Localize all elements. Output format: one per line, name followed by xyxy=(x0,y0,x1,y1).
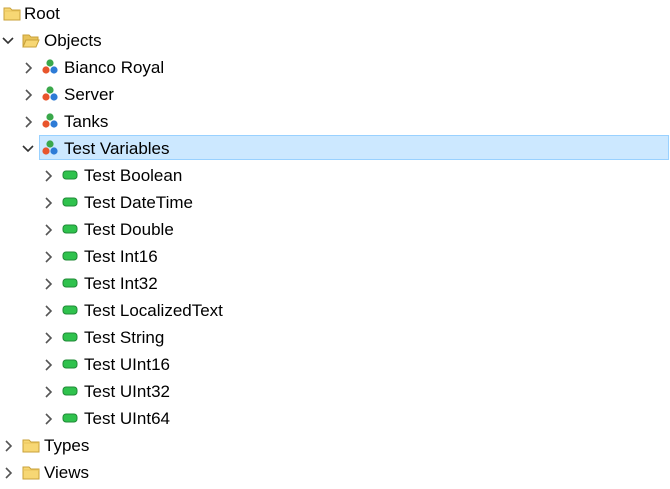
tree-node-views[interactable]: Views xyxy=(0,459,670,486)
tree-node-label: Test Int16 xyxy=(84,247,158,266)
tree-node-types[interactable]: Types xyxy=(0,432,670,459)
tree-node-server[interactable]: Server xyxy=(0,81,670,108)
tree-node-label: Server xyxy=(64,85,115,104)
variable-icon xyxy=(61,382,79,400)
chevron-right-icon[interactable] xyxy=(42,411,54,425)
folder-icon xyxy=(3,4,21,22)
chevron-right-icon[interactable] xyxy=(42,276,54,290)
tree-node-test-uint64[interactable]: Test UInt64 xyxy=(0,405,670,432)
chevron-right-icon[interactable] xyxy=(2,465,14,479)
variable-icon xyxy=(61,247,79,265)
chevron-right-icon[interactable] xyxy=(22,60,34,74)
tree-node-label: Test Boolean xyxy=(84,166,183,185)
folder-icon xyxy=(22,463,40,481)
tree-node-test-datetime[interactable]: Test DateTime xyxy=(0,189,670,216)
object-icon xyxy=(41,58,59,76)
tree-node-label: Views xyxy=(44,463,90,482)
tree-node-tanks[interactable]: Tanks xyxy=(0,108,670,135)
object-tree: Root Objects Bianco Royal Server Tanks T… xyxy=(0,0,670,489)
chevron-right-icon[interactable] xyxy=(2,438,14,452)
object-icon xyxy=(41,112,59,130)
chevron-right-icon[interactable] xyxy=(42,168,54,182)
chevron-right-icon[interactable] xyxy=(22,114,34,128)
tree-node-label: Bianco Royal xyxy=(64,58,165,77)
variable-icon xyxy=(61,193,79,211)
tree-node-label: Test Double xyxy=(84,220,174,239)
tree-node-test-string[interactable]: Test String xyxy=(0,324,670,351)
chevron-right-icon[interactable] xyxy=(42,330,54,344)
variable-icon xyxy=(61,409,79,427)
object-icon xyxy=(41,139,59,157)
tree-node-bianco-royal[interactable]: Bianco Royal xyxy=(0,54,670,81)
tree-node-test-uint16[interactable]: Test UInt16 xyxy=(0,351,670,378)
tree-node-label: Test LocalizedText xyxy=(84,301,223,320)
tree-node-label: Types xyxy=(44,436,90,455)
tree-node-test-int32[interactable]: Test Int32 xyxy=(0,270,670,297)
object-icon xyxy=(41,85,59,103)
variable-icon xyxy=(61,166,79,184)
tree-node-test-uint32[interactable]: Test UInt32 xyxy=(0,378,670,405)
chevron-right-icon[interactable] xyxy=(42,195,54,209)
chevron-right-icon[interactable] xyxy=(42,357,54,371)
tree-node-label: Tanks xyxy=(64,112,109,131)
chevron-down-icon[interactable] xyxy=(2,33,14,47)
tree-node-test-int16[interactable]: Test Int16 xyxy=(0,243,670,270)
chevron-right-icon[interactable] xyxy=(22,87,34,101)
tree-node-label: Objects xyxy=(44,31,102,50)
tree-node-label: Test Int32 xyxy=(84,274,158,293)
tree-node-label: Test Variables xyxy=(64,139,170,158)
tree-node-label: Test String xyxy=(84,328,165,347)
tree-node-label: Test UInt16 xyxy=(84,355,170,374)
variable-icon xyxy=(61,220,79,238)
chevron-right-icon[interactable] xyxy=(42,303,54,317)
tree-node-test-variables[interactable]: Test Variables xyxy=(0,135,670,162)
tree-node-label: Test DateTime xyxy=(84,193,193,212)
folder-open-icon xyxy=(22,31,40,49)
tree-node-test-double[interactable]: Test Double xyxy=(0,216,670,243)
tree-node-objects[interactable]: Objects xyxy=(0,27,670,54)
tree-node-label: Test UInt64 xyxy=(84,409,170,428)
chevron-right-icon[interactable] xyxy=(42,249,54,263)
tree-node-label: Test UInt32 xyxy=(84,382,170,401)
tree-node-label: Root xyxy=(24,4,60,23)
tree-node-root[interactable]: Root xyxy=(0,0,670,27)
variable-icon xyxy=(61,355,79,373)
tree-node-test-localizedtext[interactable]: Test LocalizedText xyxy=(0,297,670,324)
chevron-right-icon[interactable] xyxy=(42,384,54,398)
variable-icon xyxy=(61,274,79,292)
chevron-right-icon[interactable] xyxy=(42,222,54,236)
chevron-down-icon[interactable] xyxy=(22,141,34,155)
tree-node-test-boolean[interactable]: Test Boolean xyxy=(0,162,670,189)
folder-icon xyxy=(22,436,40,454)
variable-icon xyxy=(61,301,79,319)
variable-icon xyxy=(61,328,79,346)
